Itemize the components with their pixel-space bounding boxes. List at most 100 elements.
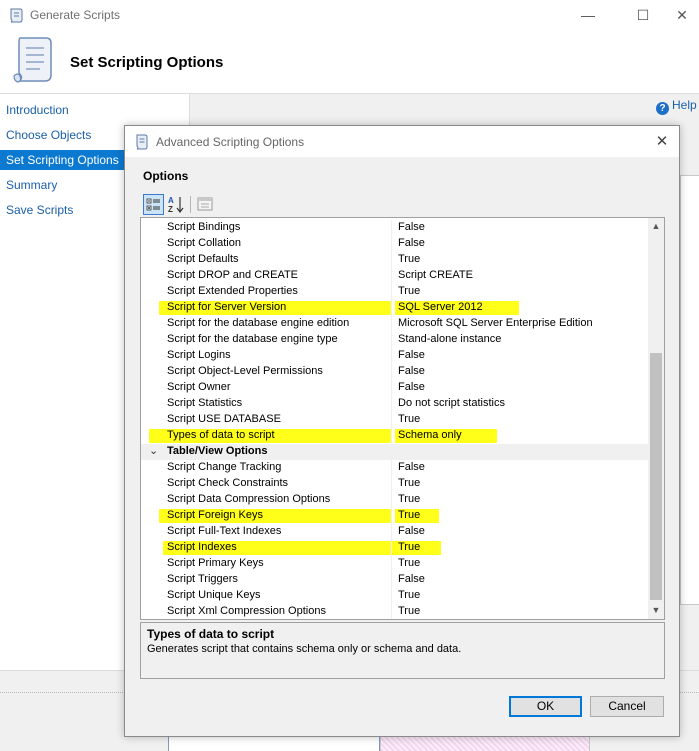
column-divider[interactable] [391, 492, 392, 508]
column-divider[interactable] [391, 396, 392, 412]
close-window-button[interactable]: ✕ [665, 0, 699, 30]
column-divider[interactable] [391, 348, 392, 364]
dialog-close-button[interactable]: ✕ [647, 130, 677, 154]
maximize-button[interactable]: ☐ [620, 0, 666, 30]
property-row[interactable]: Script for the database engine type Stand… [141, 332, 648, 348]
property-row[interactable]: Script Collation False [141, 236, 648, 252]
property-row[interactable]: Script for the database engine edition Mi… [141, 316, 648, 332]
property-value[interactable]: True [398, 253, 420, 265]
column-divider[interactable] [391, 476, 392, 492]
property-row[interactable]: Script Change Tracking False [141, 460, 648, 476]
property-value[interactable]: False [398, 237, 425, 249]
property-row[interactable]: Types of data to script Schema only [141, 428, 648, 444]
property-value[interactable]: False [398, 365, 425, 377]
column-divider[interactable] [391, 588, 392, 604]
property-row[interactable]: Script Indexes True [141, 540, 648, 556]
property-value[interactable]: False [398, 381, 425, 393]
property-row[interactable]: Script Statistics Do not script statistic… [141, 396, 648, 412]
property-row[interactable]: Script Data Compression Options True [141, 492, 648, 508]
property-value[interactable]: True [398, 413, 420, 425]
property-name: Script Check Constraints [167, 477, 289, 489]
property-value[interactable]: True [398, 493, 420, 505]
property-name: Script Logins [167, 349, 231, 361]
property-row[interactable]: Script Triggers False [141, 572, 648, 588]
property-row[interactable]: Script Unique Keys True [141, 588, 648, 604]
property-row[interactable]: Script Foreign Keys True [141, 508, 648, 524]
column-divider[interactable] [391, 300, 392, 316]
property-value[interactable]: True [398, 605, 420, 617]
property-row[interactable]: Script Full-Text Indexes False [141, 524, 648, 540]
column-divider[interactable] [391, 508, 392, 524]
property-row[interactable]: Script Owner False [141, 380, 648, 396]
property-value[interactable]: Script CREATE [398, 269, 473, 281]
column-divider[interactable] [391, 604, 392, 619]
property-name: Script for Server Version [167, 301, 287, 313]
property-value[interactable]: Do not script statistics [398, 397, 505, 409]
property-value[interactable]: False [398, 573, 425, 585]
property-value[interactable]: SQL Server 2012 [398, 301, 483, 313]
column-divider[interactable] [391, 380, 392, 396]
property-row[interactable]: Script DROP and CREATE Script CREATE [141, 268, 648, 284]
column-divider[interactable] [391, 220, 392, 236]
property-grid-rows: Script Bindings False Script Collation Fals… [141, 220, 648, 619]
column-divider[interactable] [391, 236, 392, 252]
property-value[interactable]: False [398, 349, 425, 361]
property-value[interactable]: True [398, 285, 420, 297]
column-divider[interactable] [391, 332, 392, 348]
column-divider[interactable] [391, 316, 392, 332]
property-row[interactable]: Script Defaults True [141, 252, 648, 268]
help-link[interactable]: ? Help [656, 98, 697, 115]
property-value[interactable]: False [398, 461, 425, 473]
property-row[interactable]: Script for Server Version SQL Server 2012 [141, 300, 648, 316]
property-value[interactable]: Stand-alone instance [398, 333, 501, 345]
column-divider[interactable] [391, 428, 392, 444]
property-pages-icon[interactable] [195, 194, 216, 215]
property-value[interactable]: True [398, 589, 420, 601]
property-row[interactable]: Script USE DATABASE True [141, 412, 648, 428]
column-divider[interactable] [391, 572, 392, 588]
property-row[interactable]: Script Object-Level Permissions False [141, 364, 648, 380]
property-row[interactable]: Script Bindings False [141, 220, 648, 236]
property-name: Script Primary Keys [167, 557, 264, 569]
property-row[interactable]: Script Check Constraints True [141, 476, 648, 492]
property-value[interactable]: True [398, 557, 420, 569]
column-divider[interactable] [391, 284, 392, 300]
category-row[interactable]: ⌄ Table/View Options [141, 444, 648, 460]
column-divider[interactable] [391, 252, 392, 268]
collapse-chevron-icon[interactable]: ⌄ [149, 444, 158, 457]
property-value[interactable]: False [398, 525, 425, 537]
property-row[interactable]: Script Primary Keys True [141, 556, 648, 572]
minimize-button[interactable]: — [565, 0, 611, 30]
property-row[interactable]: Script Extended Properties True [141, 284, 648, 300]
column-divider[interactable] [391, 460, 392, 476]
categorized-icon[interactable] [143, 194, 164, 215]
property-name: Script Statistics [167, 397, 243, 409]
property-value[interactable]: Microsoft SQL Server Enterprise Edition [398, 317, 593, 329]
property-value[interactable]: True [398, 477, 420, 489]
column-divider[interactable] [391, 268, 392, 284]
column-divider[interactable] [391, 556, 392, 572]
column-divider[interactable] [391, 412, 392, 428]
scroll-up-arrow-icon[interactable]: ▲ [648, 218, 664, 235]
vertical-scrollbar[interactable]: ▲ ▼ [648, 218, 664, 619]
property-name: Script USE DATABASE [167, 413, 281, 425]
property-value[interactable]: True [398, 541, 420, 553]
toolbar-separator [190, 196, 191, 213]
ok-button[interactable]: OK [509, 696, 582, 717]
property-value[interactable]: True [398, 509, 420, 521]
scrollbar-thumb[interactable] [650, 353, 662, 600]
column-divider[interactable] [391, 364, 392, 380]
nav-item-introduction[interactable]: Introduction [0, 100, 189, 120]
scroll-down-arrow-icon[interactable]: ▼ [648, 602, 664, 619]
property-row[interactable]: Script Xml Compression Options True [141, 604, 648, 619]
column-divider[interactable] [391, 524, 392, 540]
cancel-button[interactable]: Cancel [590, 696, 664, 717]
alphabetical-sort-icon[interactable]: A Z [166, 194, 187, 215]
property-name: Script Defaults [167, 253, 239, 265]
description-title: Types of data to script [147, 627, 275, 641]
property-row[interactable]: Script Logins False [141, 348, 648, 364]
column-divider[interactable] [391, 540, 392, 556]
property-value[interactable]: Schema only [398, 429, 462, 441]
options-heading: Options [143, 169, 189, 183]
property-value[interactable]: False [398, 221, 425, 233]
